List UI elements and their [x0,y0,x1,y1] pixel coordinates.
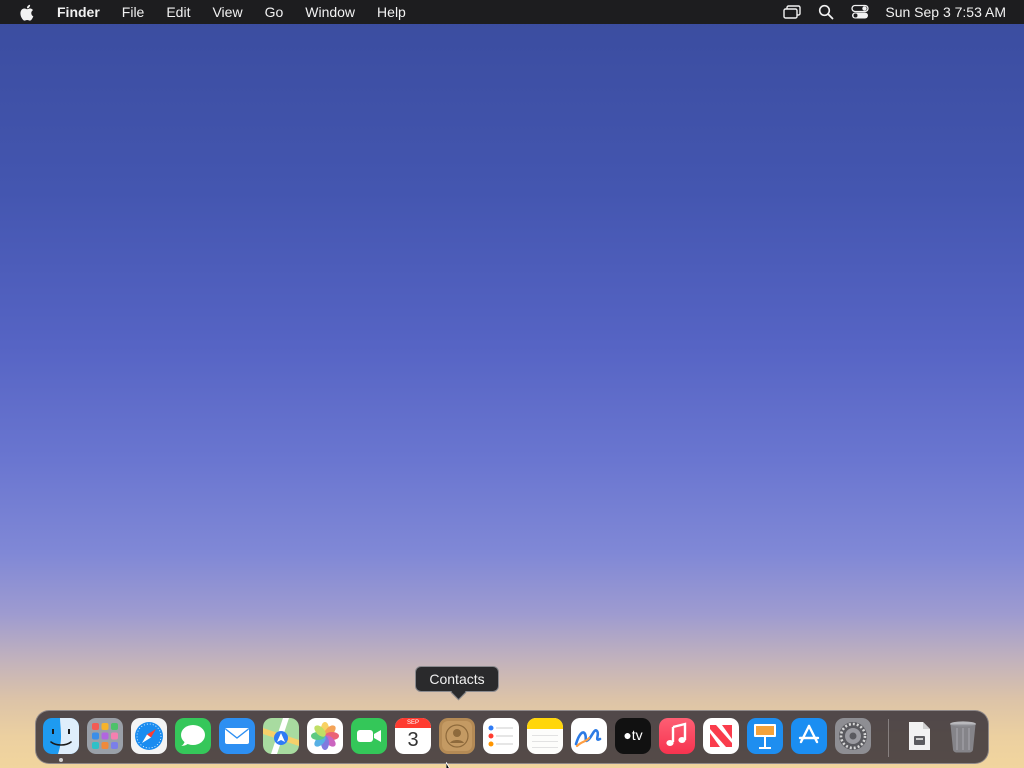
control-center-icon[interactable] [849,0,871,24]
music-icon[interactable] [659,718,695,754]
calendar-icon[interactable]: SEP 3 [395,718,431,754]
facetime-icon[interactable] [351,718,387,754]
notes-icon[interactable] [527,718,563,754]
menu-window[interactable]: Window [294,0,366,24]
trash-icon[interactable] [945,718,981,754]
menu-bar-status-area: Sun Sep 3 7:53 AM [769,0,1024,24]
menu-file[interactable]: File [111,0,156,24]
reminders-icon[interactable] [483,718,519,754]
calendar-day: 3 [407,729,419,751]
apple-logo-icon[interactable] [16,0,36,24]
dock: SEP 3 ●tv [35,710,989,764]
menu-bar: Finder File Edit View Go Window Help Sun… [0,0,1024,24]
calendar-month: SEP [406,720,419,726]
apple-tv-icon[interactable]: ●tv [615,718,651,754]
menu-app-finder[interactable]: Finder [46,0,111,24]
messages-icon[interactable] [175,718,211,754]
keynote-icon[interactable] [747,718,783,754]
app-store-icon[interactable] [791,718,827,754]
menu-help[interactable]: Help [366,0,417,24]
finder-running-indicator [59,758,63,762]
dock-tooltip-label: Contacts [429,671,485,687]
menu-edit[interactable]: Edit [155,0,201,24]
screen-mirroring-icon[interactable] [781,0,803,24]
apple-tv-logo-glyph: ● [623,727,632,743]
news-icon[interactable] [703,718,739,754]
apple-tv-label: tv [631,727,643,743]
dock-separator [888,719,889,757]
menu-view[interactable]: View [201,0,253,24]
downloads-stack-icon[interactable] [901,718,937,754]
photos-icon[interactable] [307,718,343,754]
maps-icon[interactable] [263,718,299,754]
safari-icon[interactable] [131,718,167,754]
launchpad-icon[interactable] [87,718,123,754]
contacts-icon[interactable] [439,718,475,754]
freeform-icon[interactable] [571,718,607,754]
menu-go[interactable]: Go [254,0,295,24]
mail-icon[interactable] [219,718,255,754]
finder-icon[interactable] [43,718,79,754]
mouse-cursor-icon [445,759,456,768]
dock-tooltip: Contacts [415,666,499,692]
spotlight-search-icon[interactable] [815,0,837,24]
system-settings-icon[interactable] [835,718,871,754]
menu-bar-clock[interactable]: Sun Sep 3 7:53 AM [885,4,1006,20]
